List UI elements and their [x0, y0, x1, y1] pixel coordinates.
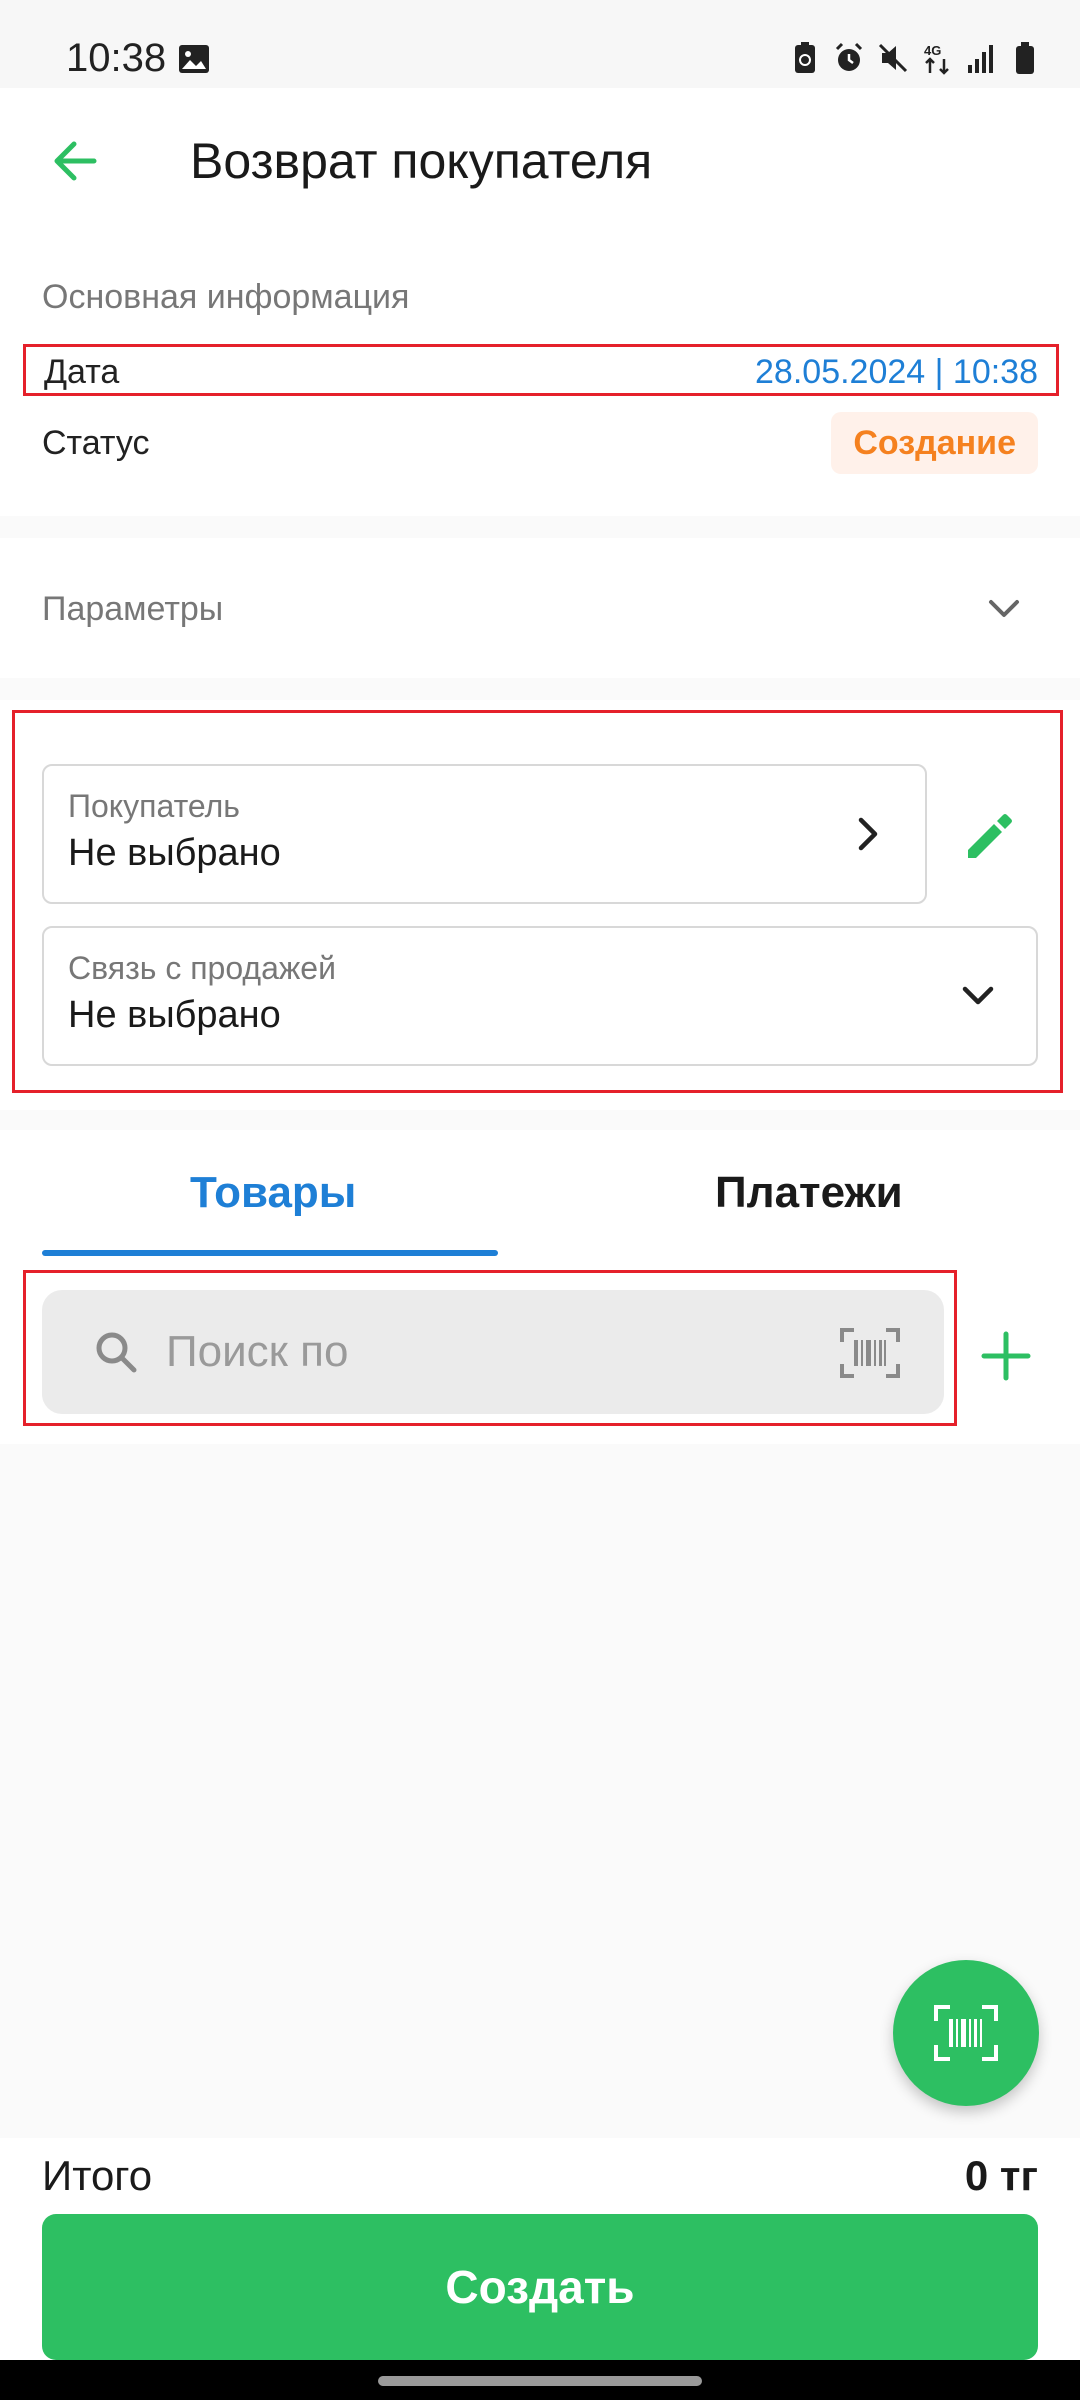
date-row[interactable]: Дата 28.05.2024 | 10:38: [23, 344, 1059, 396]
system-nav-bar: [0, 2360, 1080, 2400]
main-info-section: Основная информация Дата 28.05.2024 | 10…: [0, 236, 1080, 516]
network-4g-icon: 4G: [924, 43, 949, 75]
chevron-right-icon: [858, 817, 878, 851]
chevron-down-icon: [962, 986, 994, 1005]
battery-icon: [1016, 42, 1034, 74]
tab-payments[interactable]: Платежи: [715, 1168, 903, 1218]
mute-icon: [878, 43, 908, 73]
create-button[interactable]: Создать: [42, 2214, 1038, 2360]
pencil-icon[interactable]: [962, 808, 1018, 864]
date-label: Дата: [44, 353, 120, 391]
parameters-label: Параметры: [42, 590, 224, 628]
app-bar: Возврат покупателя: [0, 88, 1080, 236]
tab-goods[interactable]: Товары: [190, 1168, 356, 1218]
footer: Итого 0 тг Создать: [0, 2138, 1080, 2360]
status-label: Статус: [42, 424, 150, 462]
barcode-scan-icon: [934, 2005, 998, 2061]
sale-link-dropdown[interactable]: Связь с продажей Не выбрано: [42, 926, 1038, 1066]
plus-icon[interactable]: [980, 1330, 1032, 1382]
scan-fab-button[interactable]: [893, 1960, 1039, 2106]
alarm-icon: [835, 42, 863, 71]
image-icon: [179, 45, 209, 73]
home-gesture-handle[interactable]: [378, 2376, 702, 2386]
customer-value: Не выбрано: [68, 832, 281, 874]
tab-bar: Товары Платежи: [0, 1130, 1080, 1260]
date-value[interactable]: 28.05.2024 | 10:38: [755, 353, 1038, 392]
page-title: Возврат покупателя: [190, 133, 653, 189]
search-input[interactable]: [166, 1320, 726, 1384]
customer-selector[interactable]: Покупатель Не выбрано: [42, 764, 927, 904]
signal-icon: [968, 45, 993, 73]
svg-text:4G: 4G: [924, 43, 941, 58]
search-icon: [96, 1332, 137, 1373]
search-box[interactable]: [42, 1290, 944, 1414]
customer-label: Покупатель: [68, 788, 240, 824]
barcode-scan-icon[interactable]: [840, 1328, 900, 1378]
status-bar: 10:38 4G: [0, 0, 1080, 88]
total-value: 0 тг: [964, 2152, 1038, 2199]
total-label: Итого: [42, 2152, 153, 2199]
customer-section: Покупатель Не выбрано Связь с продажей Н…: [0, 700, 1080, 1110]
main-info-label: Основная информация: [42, 278, 410, 316]
parameters-collapsible[interactable]: Параметры: [0, 538, 1080, 678]
sale-link-value: Не выбрано: [68, 994, 281, 1036]
chevron-down-icon[interactable]: [986, 594, 1022, 624]
status-time: 10:38: [66, 36, 167, 80]
search-row: [0, 1260, 1080, 1444]
status-icons: 4G: [790, 40, 1040, 76]
battery-saver-icon: [795, 42, 815, 73]
arrow-left-icon[interactable]: [48, 134, 102, 188]
status-badge: Создание: [831, 412, 1038, 474]
active-tab-indicator: [42, 1250, 498, 1256]
sale-link-label: Связь с продажей: [68, 950, 336, 986]
